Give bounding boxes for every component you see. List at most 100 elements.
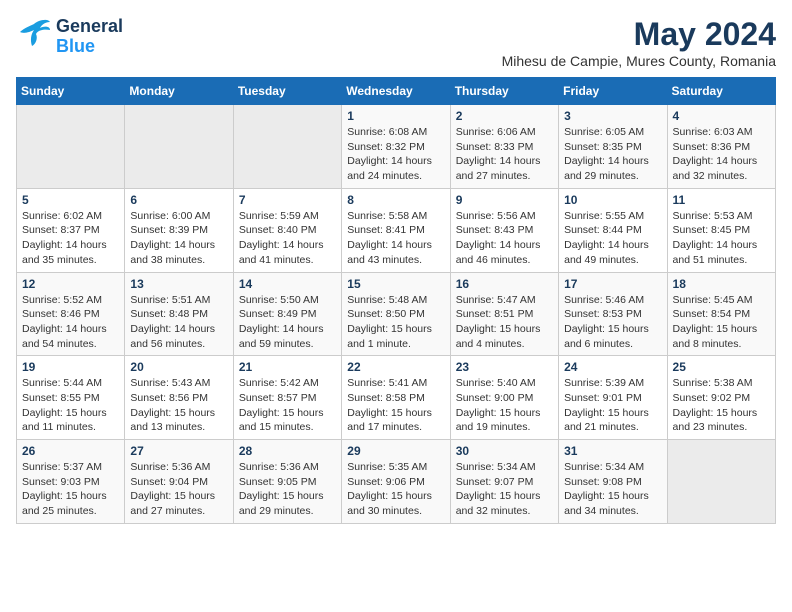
weekday-header: Wednesday xyxy=(342,78,450,105)
calendar-cell: 27 Sunrise: 5:36 AM Sunset: 9:04 PM Dayli… xyxy=(125,440,233,524)
day-info: Sunrise: 5:42 AM Sunset: 8:57 PM Dayligh… xyxy=(239,376,336,435)
logo-text: General Blue xyxy=(56,17,123,57)
day-info: Sunrise: 5:56 AM Sunset: 8:43 PM Dayligh… xyxy=(456,209,553,268)
calendar-cell: 22 Sunrise: 5:41 AM Sunset: 8:58 PM Dayli… xyxy=(342,356,450,440)
day-number: 3 xyxy=(564,109,661,123)
day-number: 21 xyxy=(239,360,336,374)
day-info: Sunrise: 6:05 AM Sunset: 8:35 PM Dayligh… xyxy=(564,125,661,184)
day-info: Sunrise: 5:50 AM Sunset: 8:49 PM Dayligh… xyxy=(239,293,336,352)
day-number: 25 xyxy=(673,360,770,374)
weekday-header: Tuesday xyxy=(233,78,341,105)
calendar-cell: 31 Sunrise: 5:34 AM Sunset: 9:08 PM Dayli… xyxy=(559,440,667,524)
day-info: Sunrise: 6:08 AM Sunset: 8:32 PM Dayligh… xyxy=(347,125,444,184)
day-info: Sunrise: 5:58 AM Sunset: 8:41 PM Dayligh… xyxy=(347,209,444,268)
day-number: 27 xyxy=(130,444,227,458)
day-number: 23 xyxy=(456,360,553,374)
calendar-cell: 9Sunrise: 5:56 AM Sunset: 8:43 PM Daylig… xyxy=(450,188,558,272)
day-number: 4 xyxy=(673,109,770,123)
weekday-header: Friday xyxy=(559,78,667,105)
day-number: 12 xyxy=(22,277,119,291)
calendar-cell: 21 Sunrise: 5:42 AM Sunset: 8:57 PM Dayli… xyxy=(233,356,341,440)
day-info: Sunrise: 5:59 AM Sunset: 8:40 PM Dayligh… xyxy=(239,209,336,268)
calendar-cell xyxy=(667,440,775,524)
day-number: 8 xyxy=(347,193,444,207)
calendar-cell: 19 Sunrise: 5:44 AM Sunset: 8:55 PM Dayli… xyxy=(17,356,125,440)
day-number: 26 xyxy=(22,444,119,458)
calendar-cell: 3 Sunrise: 6:05 AM Sunset: 8:35 PM Daylig… xyxy=(559,105,667,189)
calendar-cell: 15 Sunrise: 5:48 AM Sunset: 8:50 PM Dayli… xyxy=(342,272,450,356)
weekday-header-row: SundayMondayTuesdayWednesdayThursdayFrid… xyxy=(17,78,776,105)
calendar-week-row: 12 Sunrise: 5:52 AM Sunset: 8:46 PM Dayli… xyxy=(17,272,776,356)
calendar-week-row: 5Sunrise: 6:02 AM Sunset: 8:37 PM Daylig… xyxy=(17,188,776,272)
calendar-cell: 8 Sunrise: 5:58 AM Sunset: 8:41 PM Daylig… xyxy=(342,188,450,272)
subtitle: Mihesu de Campie, Mures County, Romania xyxy=(502,53,776,69)
day-number: 2 xyxy=(456,109,553,123)
day-info: Sunrise: 5:39 AM Sunset: 9:01 PM Dayligh… xyxy=(564,376,661,435)
day-info: Sunrise: 5:36 AM Sunset: 9:04 PM Dayligh… xyxy=(130,460,227,519)
day-number: 19 xyxy=(22,360,119,374)
logo-icon xyxy=(16,16,52,52)
calendar-cell: 4 Sunrise: 6:03 AM Sunset: 8:36 PM Daylig… xyxy=(667,105,775,189)
calendar-cell: 5Sunrise: 6:02 AM Sunset: 8:37 PM Daylig… xyxy=(17,188,125,272)
calendar-cell xyxy=(233,105,341,189)
day-info: Sunrise: 5:36 AM Sunset: 9:05 PM Dayligh… xyxy=(239,460,336,519)
day-number: 13 xyxy=(130,277,227,291)
calendar-week-row: 26Sunrise: 5:37 AM Sunset: 9:03 PM Dayli… xyxy=(17,440,776,524)
day-number: 30 xyxy=(456,444,553,458)
day-number: 29 xyxy=(347,444,444,458)
calendar-cell: 28Sunrise: 5:36 AM Sunset: 9:05 PM Dayli… xyxy=(233,440,341,524)
day-info: Sunrise: 5:43 AM Sunset: 8:56 PM Dayligh… xyxy=(130,376,227,435)
day-info: Sunrise: 5:40 AM Sunset: 9:00 PM Dayligh… xyxy=(456,376,553,435)
calendar-cell: 1Sunrise: 6:08 AM Sunset: 8:32 PM Daylig… xyxy=(342,105,450,189)
calendar-cell: 13Sunrise: 5:51 AM Sunset: 8:48 PM Dayli… xyxy=(125,272,233,356)
day-info: Sunrise: 5:52 AM Sunset: 8:46 PM Dayligh… xyxy=(22,293,119,352)
calendar-week-row: 19 Sunrise: 5:44 AM Sunset: 8:55 PM Dayli… xyxy=(17,356,776,440)
calendar-cell: 16Sunrise: 5:47 AM Sunset: 8:51 PM Dayli… xyxy=(450,272,558,356)
calendar-cell xyxy=(17,105,125,189)
main-title: May 2024 xyxy=(502,16,776,53)
day-number: 22 xyxy=(347,360,444,374)
calendar-cell: 23 Sunrise: 5:40 AM Sunset: 9:00 PM Dayli… xyxy=(450,356,558,440)
logo: General Blue xyxy=(16,16,123,57)
calendar-cell: 14Sunrise: 5:50 AM Sunset: 8:49 PM Dayli… xyxy=(233,272,341,356)
calendar-header: SundayMondayTuesdayWednesdayThursdayFrid… xyxy=(17,78,776,105)
day-number: 11 xyxy=(673,193,770,207)
day-info: Sunrise: 5:38 AM Sunset: 9:02 PM Dayligh… xyxy=(673,376,770,435)
day-info: Sunrise: 5:44 AM Sunset: 8:55 PM Dayligh… xyxy=(22,376,119,435)
calendar-body: 1Sunrise: 6:08 AM Sunset: 8:32 PM Daylig… xyxy=(17,105,776,524)
day-info: Sunrise: 5:46 AM Sunset: 8:53 PM Dayligh… xyxy=(564,293,661,352)
day-number: 17 xyxy=(564,277,661,291)
day-info: Sunrise: 5:34 AM Sunset: 9:07 PM Dayligh… xyxy=(456,460,553,519)
calendar-cell: 18 Sunrise: 5:45 AM Sunset: 8:54 PM Dayli… xyxy=(667,272,775,356)
weekday-header: Monday xyxy=(125,78,233,105)
calendar-cell: 30 Sunrise: 5:34 AM Sunset: 9:07 PM Dayli… xyxy=(450,440,558,524)
day-info: Sunrise: 5:48 AM Sunset: 8:50 PM Dayligh… xyxy=(347,293,444,352)
day-number: 31 xyxy=(564,444,661,458)
day-number: 24 xyxy=(564,360,661,374)
day-info: Sunrise: 5:45 AM Sunset: 8:54 PM Dayligh… xyxy=(673,293,770,352)
day-info: Sunrise: 5:34 AM Sunset: 9:08 PM Dayligh… xyxy=(564,460,661,519)
day-number: 15 xyxy=(347,277,444,291)
day-info: Sunrise: 6:06 AM Sunset: 8:33 PM Dayligh… xyxy=(456,125,553,184)
calendar-cell: 7Sunrise: 5:59 AM Sunset: 8:40 PM Daylig… xyxy=(233,188,341,272)
day-info: Sunrise: 5:55 AM Sunset: 8:44 PM Dayligh… xyxy=(564,209,661,268)
calendar-cell: 6Sunrise: 6:00 AM Sunset: 8:39 PM Daylig… xyxy=(125,188,233,272)
calendar-cell: 20Sunrise: 5:43 AM Sunset: 8:56 PM Dayli… xyxy=(125,356,233,440)
day-number: 10 xyxy=(564,193,661,207)
day-number: 18 xyxy=(673,277,770,291)
calendar-cell: 25 Sunrise: 5:38 AM Sunset: 9:02 PM Dayli… xyxy=(667,356,775,440)
day-info: Sunrise: 5:35 AM Sunset: 9:06 PM Dayligh… xyxy=(347,460,444,519)
page-header: General Blue May 2024 Mihesu de Campie, … xyxy=(16,16,776,69)
calendar-week-row: 1Sunrise: 6:08 AM Sunset: 8:32 PM Daylig… xyxy=(17,105,776,189)
day-number: 16 xyxy=(456,277,553,291)
day-info: Sunrise: 5:53 AM Sunset: 8:45 PM Dayligh… xyxy=(673,209,770,268)
calendar-cell: 26Sunrise: 5:37 AM Sunset: 9:03 PM Dayli… xyxy=(17,440,125,524)
weekday-header: Thursday xyxy=(450,78,558,105)
calendar-cell: 24 Sunrise: 5:39 AM Sunset: 9:01 PM Dayli… xyxy=(559,356,667,440)
day-info: Sunrise: 6:03 AM Sunset: 8:36 PM Dayligh… xyxy=(673,125,770,184)
calendar-cell: 11 Sunrise: 5:53 AM Sunset: 8:45 PM Dayli… xyxy=(667,188,775,272)
title-block: May 2024 Mihesu de Campie, Mures County,… xyxy=(502,16,776,69)
calendar-cell: 2 Sunrise: 6:06 AM Sunset: 8:33 PM Daylig… xyxy=(450,105,558,189)
day-info: Sunrise: 5:41 AM Sunset: 8:58 PM Dayligh… xyxy=(347,376,444,435)
weekday-header: Sunday xyxy=(17,78,125,105)
